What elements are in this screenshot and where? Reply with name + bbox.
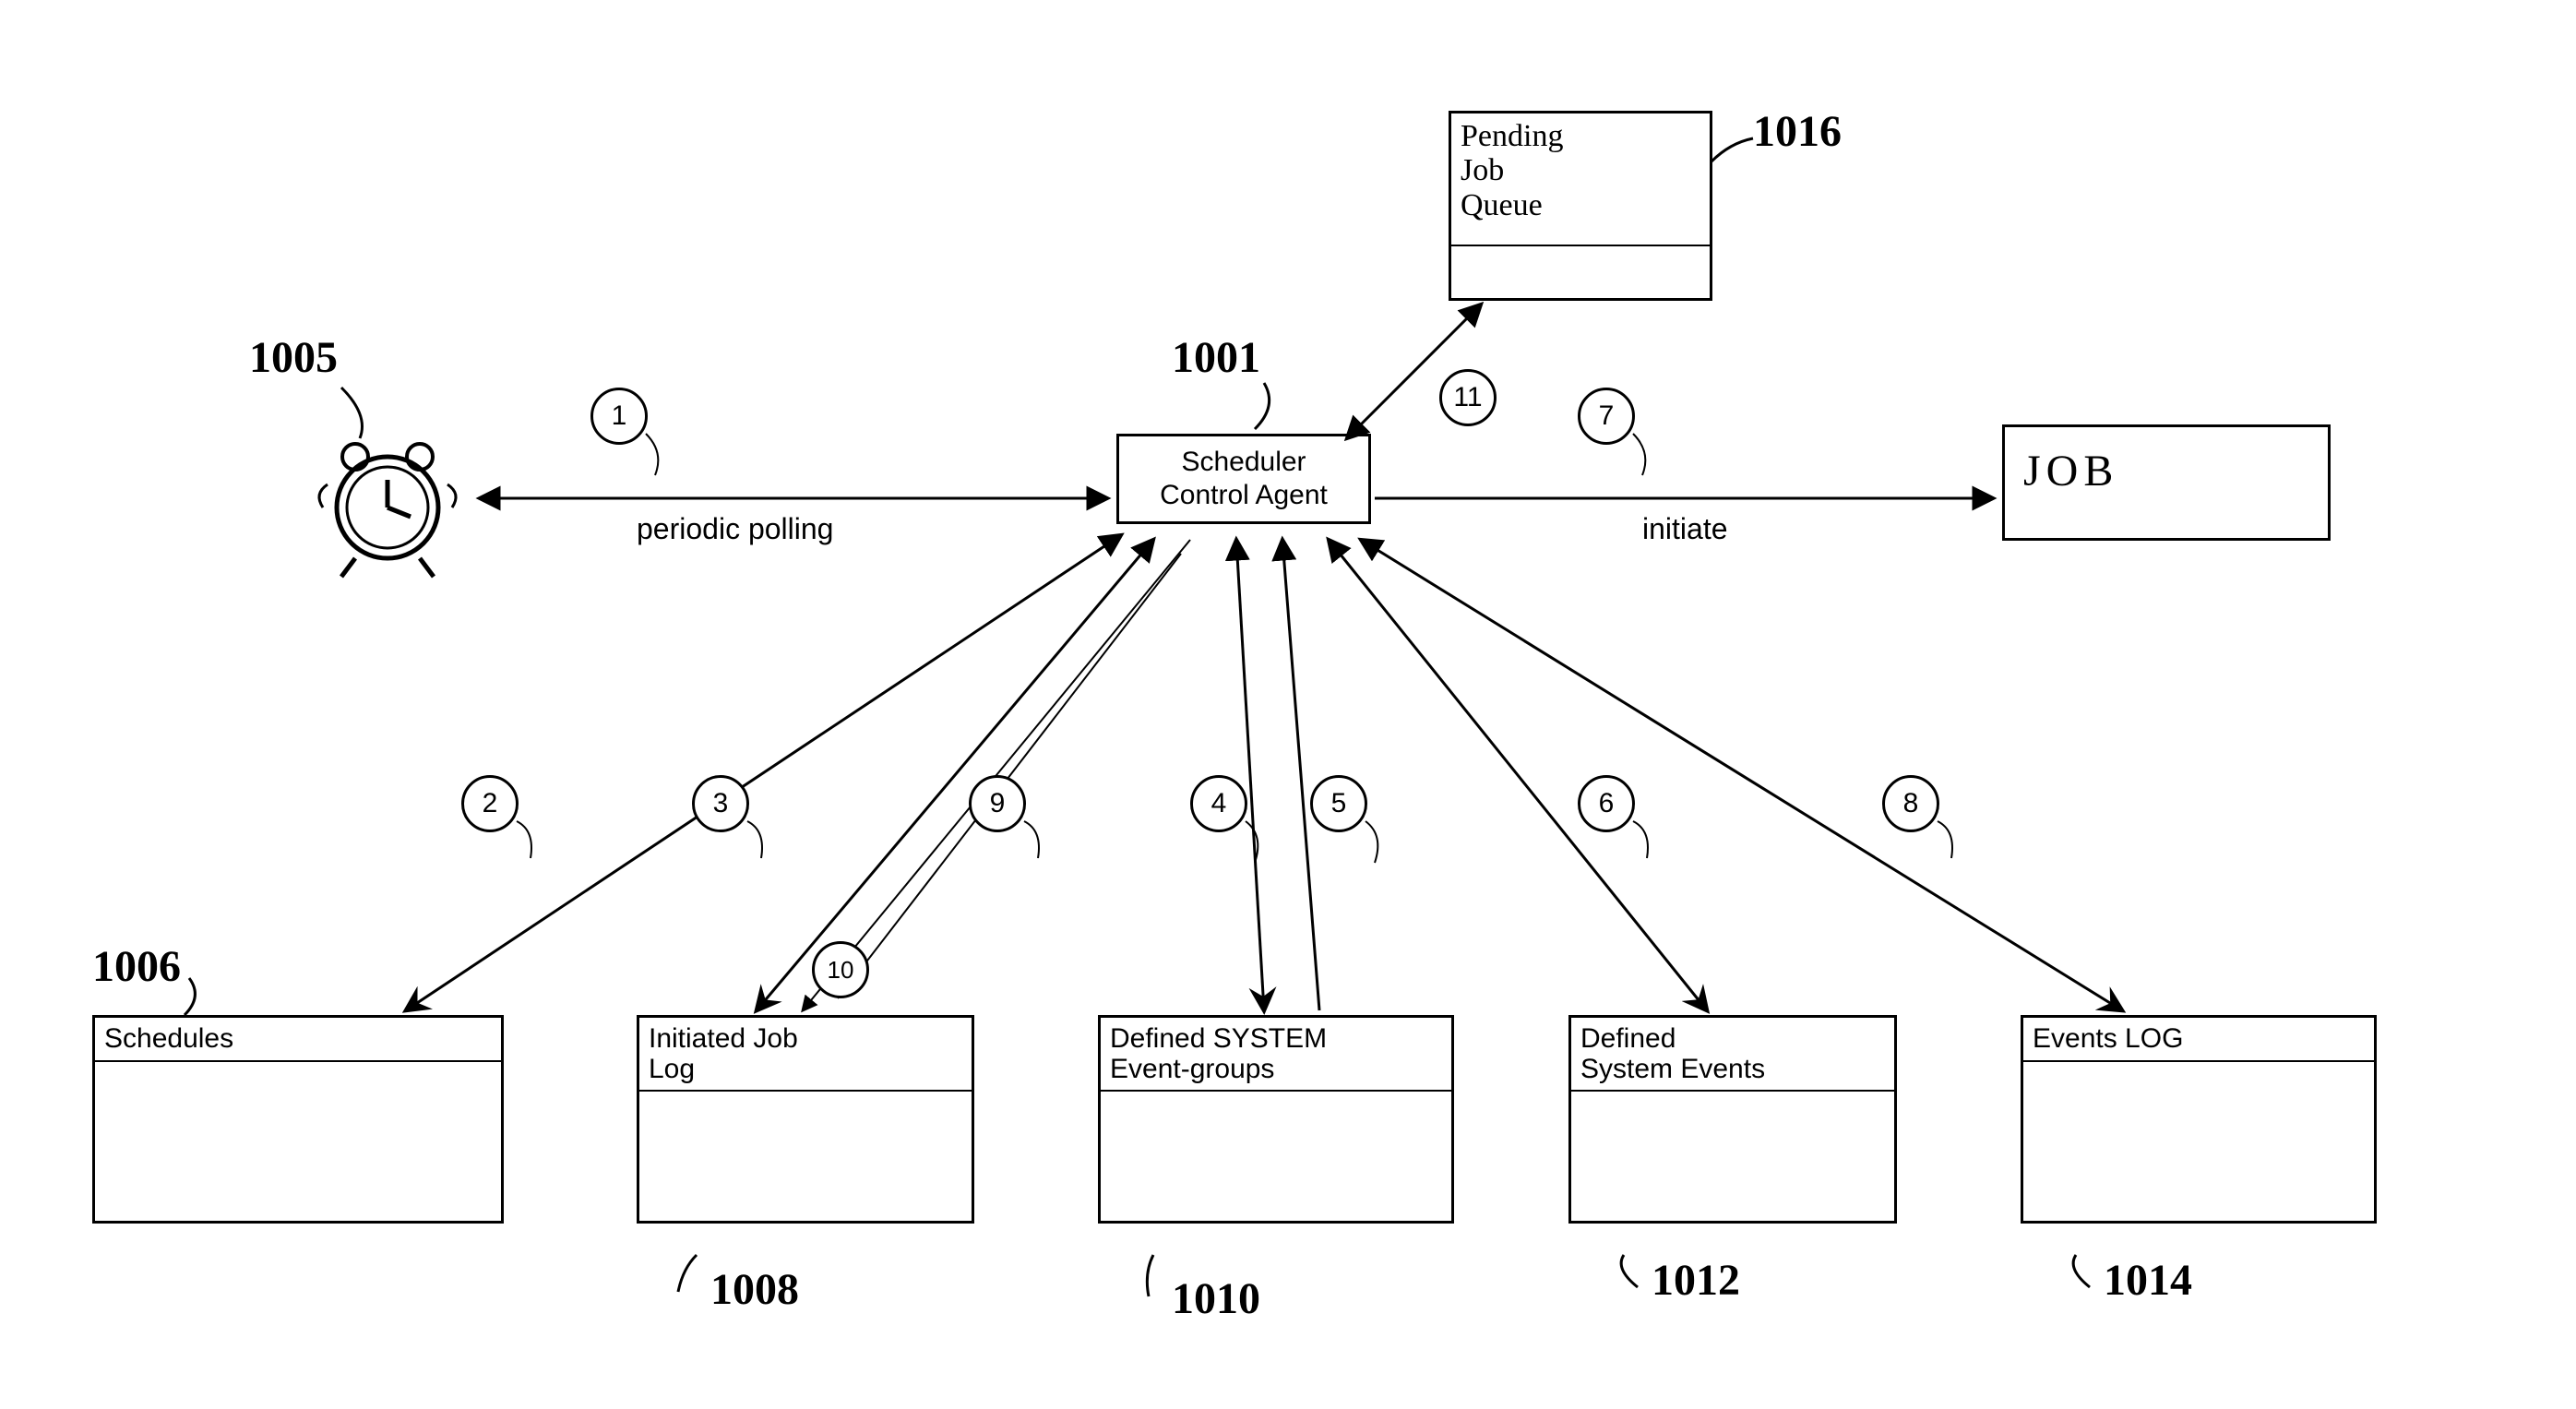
step-6: 6 [1578,775,1635,832]
step-9: 9 [969,775,1026,832]
step-7: 7 [1578,388,1635,445]
node-schedules-label: Schedules [95,1018,501,1062]
node-events-log: Events LOG [2021,1015,2377,1224]
ref-1006: 1006 [92,941,181,992]
step-10: 10 [812,941,869,998]
node-job-label: JOB [2005,427,2328,515]
step-4: 4 [1190,775,1247,832]
label-polling: periodic polling [637,512,833,546]
step-1: 1 [590,388,648,445]
node-defined-events-label: Defined System Events [1571,1018,1894,1092]
step-8: 8 [1882,775,1939,832]
node-schedules: Schedules [92,1015,504,1224]
label-initiate: initiate [1642,512,1728,546]
node-initiated: Initiated Job Log [637,1015,974,1224]
node-pending-label: Pending Job Queue [1451,113,1710,246]
node-defined-events: Defined System Events [1568,1015,1897,1224]
node-events-log-label: Events LOG [2023,1018,2374,1062]
ref-1005: 1005 [249,332,338,383]
step-5: 5 [1310,775,1367,832]
step-3: 3 [692,775,749,832]
step-11: 11 [1439,369,1497,426]
diagram-stage: Scheduler Control Agent JOB Pending Job … [0,0,2576,1409]
ref-1010: 1010 [1172,1273,1260,1324]
node-pending: Pending Job Queue [1449,111,1712,301]
ref-1012: 1012 [1652,1255,1740,1306]
ref-1014: 1014 [2104,1255,2192,1306]
node-initiated-label: Initiated Job Log [639,1018,972,1092]
ref-1001: 1001 [1172,332,1260,383]
node-job: JOB [2002,424,2331,541]
ref-1016: 1016 [1753,106,1842,157]
clock-icon [304,415,471,581]
node-defined-groups-label: Defined SYSTEM Event-groups [1101,1018,1451,1092]
step-2: 2 [461,775,519,832]
node-scheduler: Scheduler Control Agent [1116,434,1371,524]
ref-1008: 1008 [710,1264,799,1315]
node-defined-groups: Defined SYSTEM Event-groups [1098,1015,1454,1224]
